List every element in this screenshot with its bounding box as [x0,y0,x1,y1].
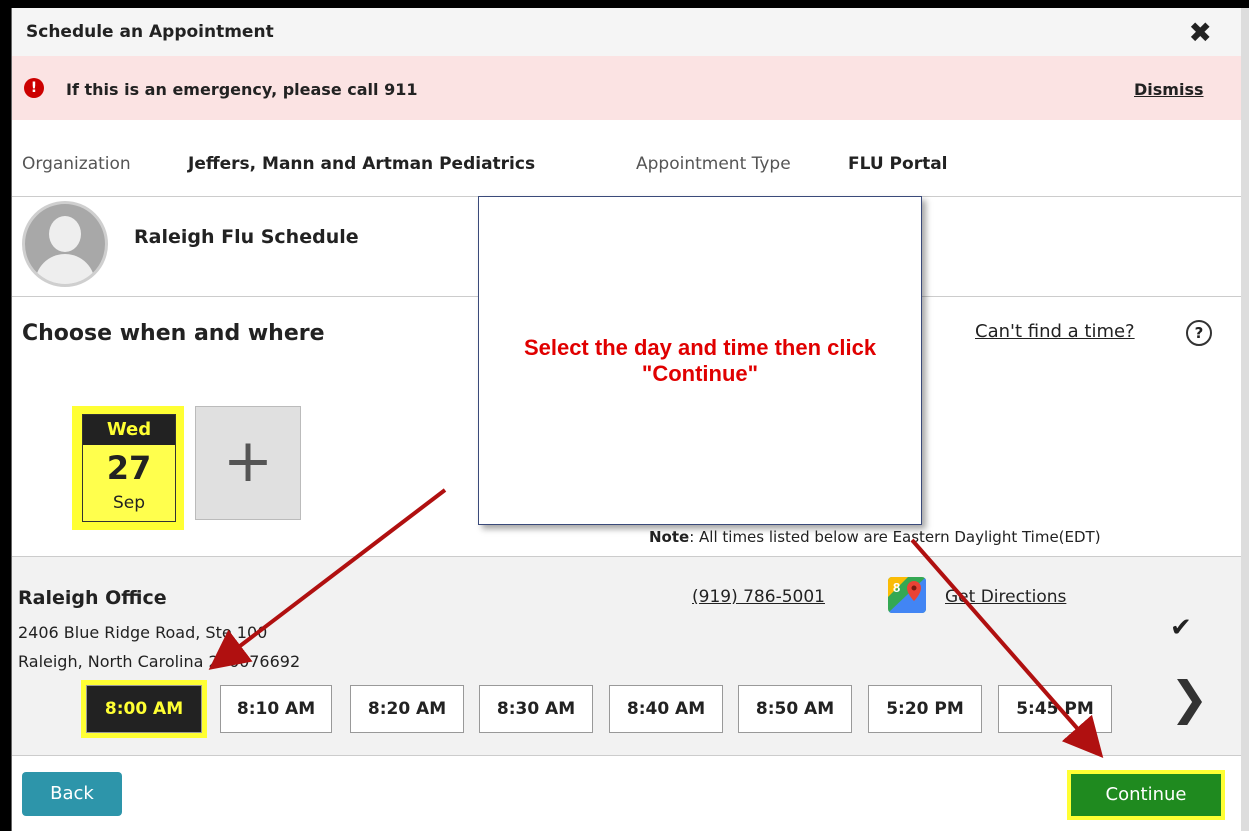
check-icon: ✔ [1170,613,1192,643]
alert-message: If this is an emergency, please call 911 [66,80,418,99]
appointment-type-label: Appointment Type [636,154,791,174]
note-label: Note [649,528,690,546]
time-slot[interactable]: 5:45 PM [998,685,1112,733]
time-slot-0800-selected[interactable]: 8:00 AM [81,680,207,738]
dismiss-link[interactable]: Dismiss [1134,80,1204,99]
chevron-right-icon[interactable]: ❯ [1170,675,1209,721]
close-icon[interactable]: ✖ [1189,16,1212,49]
google-maps-icon[interactable]: 8 [888,577,926,613]
date-day: 27 [106,449,152,487]
time-slot[interactable]: 8:30 AM [479,685,593,733]
help-icon[interactable]: ? [1186,320,1212,346]
emergency-alert: ! If this is an emergency, please call 9… [12,56,1242,120]
modal-footer: Back Continue [12,754,1242,831]
date-weekday: Wed [83,415,175,445]
time-slot[interactable]: 5:20 PM [868,685,982,733]
instruction-callout: Select the day and time then click "Cont… [478,196,922,525]
svg-text:8: 8 [893,580,900,595]
office-phone-link[interactable]: (919) 786-5001 [692,587,825,607]
right-background-strip [1241,8,1249,831]
office-name: Raleigh Office [18,587,167,609]
office-panel: Raleigh Office 2406 Blue Ridge Road, Ste… [12,556,1242,756]
office-address-line1: 2406 Blue Ridge Road, Ste 100 [18,623,268,642]
organization-value: Jeffers, Mann and Artman Pediatrics [188,154,536,174]
time-slot[interactable]: 8:10 AM [220,685,332,733]
callout-text: Select the day and time then click "Cont… [523,335,877,386]
provider-name: Raleigh Flu Schedule [134,226,359,248]
continue-button[interactable]: Continue [1071,774,1221,816]
date-card-inner: Wed 27 Sep [82,414,176,522]
continue-highlight: Continue [1067,770,1225,820]
note-text: : All times listed below are Eastern Day… [689,528,1101,546]
modal-titlebar: Schedule an Appointment ✖ [12,8,1242,57]
modal-title: Schedule an Appointment [26,22,274,42]
get-directions-link[interactable]: Get Directions [945,587,1066,607]
avatar-body-shape [35,254,95,284]
time-slot[interactable]: 8:50 AM [738,685,852,733]
organization-row: Organization Jeffers, Mann and Artman Pe… [12,120,1242,197]
screenshot-frame: Schedule an Appointment ✖ ! If this is a… [0,0,1249,831]
office-address-line2: Raleigh, North Carolina 276076692 [18,652,301,671]
avatar-head-shape [49,216,81,252]
date-card-selected[interactable]: Wed 27 Sep [72,406,184,530]
appointment-type-value: FLU Portal [848,154,948,174]
back-button[interactable]: Back [22,772,122,816]
add-date-button[interactable]: + [195,406,301,520]
time-slot[interactable]: 8:40 AM [609,685,723,733]
section-heading: Choose when and where [22,321,325,346]
alert-icon: ! [24,78,44,98]
left-border [0,0,11,831]
organization-label: Organization [22,154,131,174]
top-border [0,0,1249,8]
time-slot[interactable]: 8:20 AM [350,685,464,733]
cant-find-time-link[interactable]: Can't find a time? [975,321,1135,342]
date-month: Sep [112,493,146,513]
avatar [22,201,108,287]
timezone-note: Note: All times listed below are Eastern… [649,528,1101,546]
